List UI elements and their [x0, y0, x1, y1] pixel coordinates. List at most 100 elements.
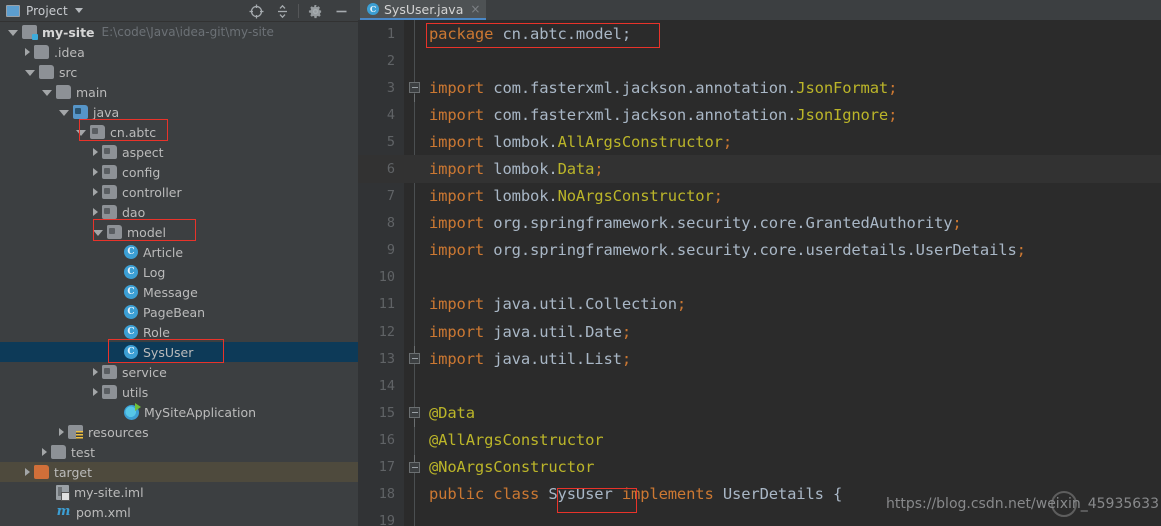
package-folder-icon	[102, 145, 117, 159]
collapse-arrow-icon[interactable]	[93, 188, 98, 196]
code-fold-toggle-icon[interactable]	[409, 454, 420, 473]
tree-item-label: main	[76, 84, 108, 100]
collapse-arrow-icon[interactable]	[25, 468, 30, 476]
code-fold-toggle-icon[interactable]	[409, 82, 420, 103]
tree-item-label: MySiteApplication	[144, 404, 257, 420]
java-class-icon: C	[124, 305, 138, 319]
tree-item-cn-abtc[interactable]: cn.abtc	[0, 122, 358, 142]
code-text: import com.fasterxml.jackson.annotation.…	[429, 78, 898, 97]
tree-item-label: SysUser	[143, 344, 194, 360]
code-fold-toggle-icon[interactable]	[409, 346, 420, 365]
code-line-8[interactable]: 8 import org.springframework.security.cor…	[358, 210, 1161, 237]
maven-pom-icon: m	[56, 504, 71, 519]
tree-item-model[interactable]: model	[0, 222, 358, 242]
package-folder-icon	[102, 165, 117, 179]
tree-item-sysuser[interactable]: C SysUser	[0, 342, 358, 362]
tree-item-config[interactable]: config	[0, 162, 358, 182]
tree-item-label: service	[122, 364, 167, 380]
tree-item-label: Role	[143, 324, 170, 340]
tree-item-target[interactable]: target	[0, 462, 358, 482]
tree-item-utils[interactable]: utils	[0, 382, 358, 402]
folder-icon	[34, 45, 49, 59]
tree-item-src[interactable]: src	[0, 62, 358, 82]
project-tree[interactable]: my-site E:\code\Java\idea-git\my-site .ide…	[0, 22, 358, 526]
select-opened-file-icon[interactable]	[243, 0, 269, 22]
code-line-16[interactable]: 16 @AllArgsConstructor	[358, 426, 1161, 453]
tree-item-label: PageBean	[143, 304, 206, 320]
code-line-2[interactable]: 2	[358, 47, 1161, 74]
hide-panel-icon[interactable]	[328, 0, 354, 22]
expand-arrow-icon[interactable]	[76, 130, 86, 136]
code-fold-toggle-icon[interactable]	[409, 407, 420, 428]
tree-item-my-site[interactable]: my-site E:\code\Java\idea-git\my-site	[0, 22, 358, 42]
tree-item-message[interactable]: C Message	[0, 282, 358, 302]
collapse-all-icon[interactable]	[269, 0, 295, 22]
tree-item-my-site-iml[interactable]: my-site.iml	[0, 482, 358, 502]
code-editor[interactable]: 1 package cn.abtc.model; 2 3 import com.fast…	[358, 20, 1161, 526]
tree-item-label: resources	[88, 424, 149, 440]
expand-arrow-icon[interactable]	[42, 90, 52, 96]
code-line-17[interactable]: 17 @NoArgsConstructor	[358, 454, 1161, 481]
tree-item--idea[interactable]: .idea	[0, 42, 358, 62]
close-icon[interactable]: ×	[470, 3, 480, 15]
tree-item-controller[interactable]: controller	[0, 182, 358, 202]
tree-item-service[interactable]: service	[0, 362, 358, 382]
expand-arrow-icon[interactable]	[25, 70, 35, 76]
tab-sysuser-java[interactable]: C SysUser.java ×	[360, 0, 487, 20]
expand-arrow-icon[interactable]	[93, 230, 103, 236]
collapse-arrow-icon[interactable]	[93, 168, 98, 176]
tree-item-article[interactable]: C Article	[0, 242, 358, 262]
idea-window: Project my-site E:\code\Java\idea-git\my…	[0, 0, 1161, 526]
tree-item-label: .idea	[54, 44, 85, 60]
code-line-11[interactable]: 11 import java.util.Collection;	[358, 291, 1161, 318]
settings-gear-icon[interactable]	[302, 0, 328, 22]
code-text: import org.springframework.security.core…	[429, 241, 1026, 260]
line-number: 12	[378, 323, 395, 340]
tree-item-main[interactable]: main	[0, 82, 358, 102]
code-line-3[interactable]: 3 import com.fasterxml.jackson.annotation…	[358, 74, 1161, 103]
collapse-arrow-icon[interactable]	[25, 48, 30, 56]
tree-item-mysiteapplication[interactable]: MySiteApplication	[0, 402, 358, 422]
expand-arrow-icon[interactable]	[59, 110, 69, 116]
collapse-arrow-icon[interactable]	[93, 388, 98, 396]
collapse-arrow-icon[interactable]	[93, 148, 98, 156]
collapse-arrow-icon[interactable]	[93, 368, 98, 376]
collapse-arrow-icon[interactable]	[59, 428, 64, 436]
tree-item-dao[interactable]: dao	[0, 202, 358, 222]
tree-item-test[interactable]: test	[0, 442, 358, 462]
tree-item-log[interactable]: C Log	[0, 262, 358, 282]
code-line-10[interactable]: 10	[358, 264, 1161, 291]
code-line-13[interactable]: 13 import java.util.List;	[358, 345, 1161, 372]
collapse-arrow-icon[interactable]	[42, 448, 47, 456]
line-number: 9	[386, 242, 395, 259]
tree-item-pagebean[interactable]: C PageBean	[0, 302, 358, 322]
chevron-down-icon[interactable]	[74, 8, 83, 13]
code-text: import lombok.NoArgsConstructor;	[429, 187, 723, 206]
code-line-4[interactable]: 4 import com.fasterxml.jackson.annotation…	[358, 101, 1161, 128]
code-text: import lombok.Data;	[429, 160, 604, 179]
code-line-5[interactable]: 5 import lombok.AllArgsConstructor;	[358, 128, 1161, 155]
code-line-6[interactable]: 6 import lombok.Data;	[358, 155, 1161, 183]
code-line-1[interactable]: 1 package cn.abtc.model;	[358, 20, 1161, 47]
code-line-12[interactable]: 12 import java.util.Date;	[358, 318, 1161, 345]
code-line-14[interactable]: 14	[358, 372, 1161, 399]
code-lines[interactable]: 1 package cn.abtc.model; 2 3 import com.fast…	[358, 20, 1161, 526]
tree-item-label: my-site	[42, 24, 95, 40]
line-number: 14	[378, 377, 395, 394]
expand-arrow-icon[interactable]	[8, 30, 18, 36]
code-line-15[interactable]: 15 @Data	[358, 399, 1161, 428]
tree-item-resources[interactable]: resources	[0, 422, 358, 442]
code-line-7[interactable]: 7 import lombok.NoArgsConstructor;	[358, 183, 1161, 210]
tree-item-role[interactable]: C Role	[0, 322, 358, 342]
tree-item-aspect[interactable]: aspect	[0, 142, 358, 162]
collapse-arrow-icon[interactable]	[93, 208, 98, 216]
tree-item-java[interactable]: java	[0, 102, 358, 122]
code-line-9[interactable]: 9 import org.springframework.security.cor…	[358, 237, 1161, 264]
tree-item-label: target	[54, 464, 93, 480]
tree-item-pom-xml[interactable]: m pom.xml	[0, 502, 358, 522]
watermark-text: https://blog.csdn.net/weixin_45935633	[885, 496, 1159, 512]
